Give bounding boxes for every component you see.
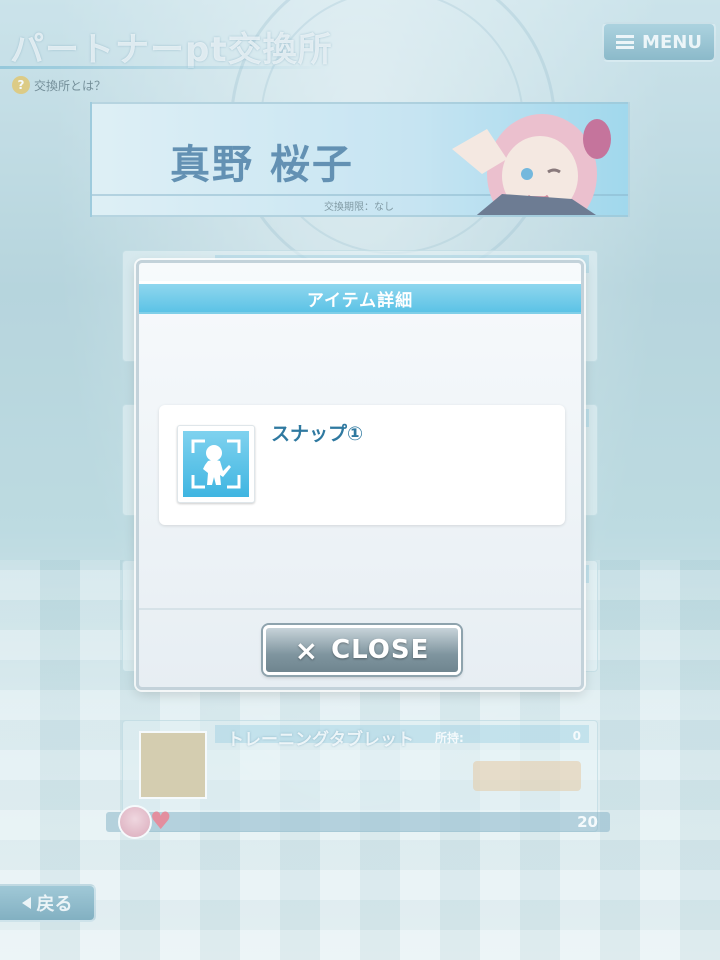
item-icon-frame <box>177 425 255 503</box>
close-button[interactable]: × CLOSE <box>263 625 461 675</box>
item-name: スナップ① <box>271 423 364 445</box>
item-card: スナップ① <box>159 405 565 525</box>
close-icon: × <box>294 633 320 667</box>
item-detail-dialog: アイテム詳細 スナップ① × CLOSE <box>136 260 584 690</box>
snap-figure-icon <box>183 431 249 497</box>
dialog-title: アイテム詳細 <box>139 281 581 314</box>
close-label: CLOSE <box>331 635 430 665</box>
dialog-divider <box>139 608 581 610</box>
